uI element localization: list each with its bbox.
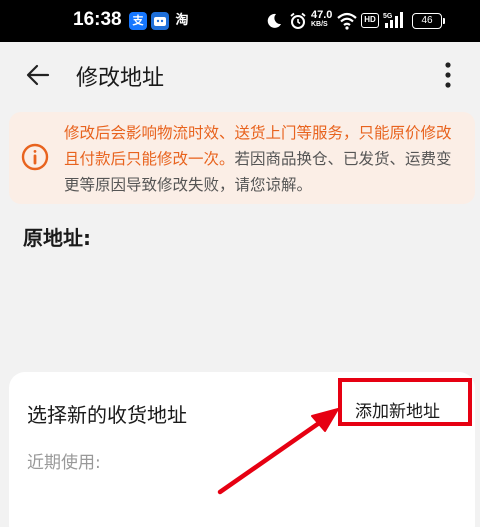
network-speed-value: 47.0 [311, 9, 333, 21]
hd-badge: HD [361, 13, 379, 28]
select-address-title: 选择新的收货地址 [27, 403, 187, 427]
info-circle-icon [21, 143, 49, 171]
battery-indicator: 46 [412, 13, 442, 29]
wifi-icon [337, 12, 357, 30]
arrow-left-icon[interactable] [24, 61, 52, 89]
network-speed: 47.0 KB/S [311, 10, 332, 30]
status-bar: 16:38 支 淘 47.0 KB/S HD 5G 46 [0, 0, 480, 42]
alipay-icon: 支 [129, 12, 147, 30]
more-vertical-icon[interactable] [437, 58, 459, 92]
recent-used-label: 近期使用: [27, 453, 101, 473]
app-header: 修改地址 [0, 42, 480, 110]
notice-text: 修改后会影响物流时效、送货上门等服务，只能原价修改且付款后只能修改一次。若因商品… [64, 120, 464, 198]
select-address-card: 选择新的收货地址 添加新地址 近期使用: [9, 372, 475, 527]
taobao-icon: 淘 [175, 13, 189, 28]
moon-icon [267, 13, 281, 28]
battery-tip [443, 18, 445, 24]
modify-notice: 修改后会影响物流时效、送货上门等服务，只能原价修改且付款后只能修改一次。若因商品… [9, 112, 475, 204]
app-notification-icon [151, 12, 169, 30]
add-new-address-button[interactable]: 添加新地址 [355, 397, 440, 422]
alarm-icon [290, 12, 306, 29]
status-time: 16:38 [73, 9, 122, 30]
original-address-label: 原地址: [23, 226, 91, 250]
signal-icon: 5G [383, 12, 403, 28]
signal-label: 5G [383, 13, 393, 20]
page-title: 修改地址 [76, 66, 165, 91]
network-speed-unit: KB/S [311, 21, 328, 28]
